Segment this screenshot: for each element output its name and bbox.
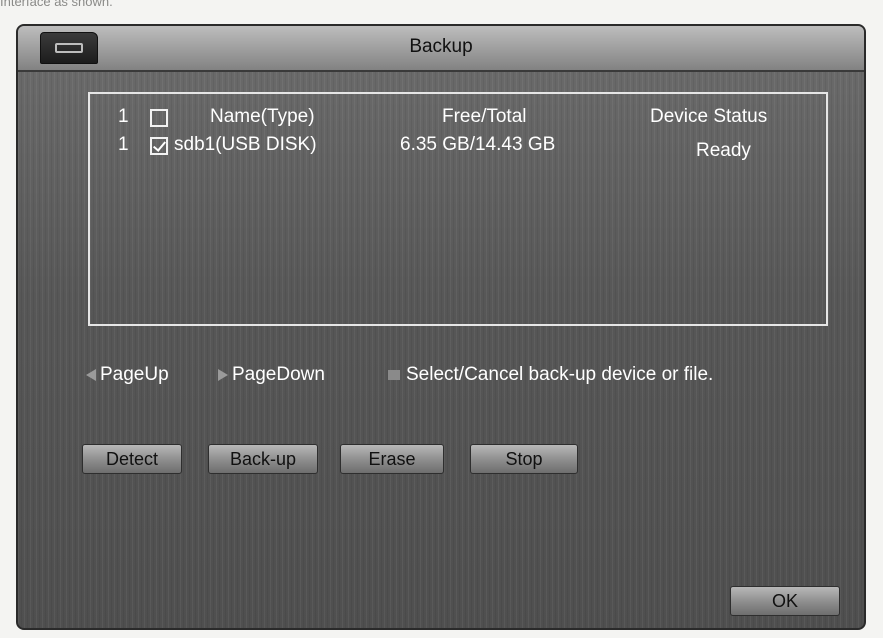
- device-row-status: Ready: [696, 140, 751, 161]
- header-name-type: Name(Type): [210, 106, 315, 127]
- header-device-status: Device Status: [650, 106, 768, 127]
- page-down-label: PageDown: [232, 364, 325, 385]
- page-up-hint[interactable]: PageUp: [86, 364, 169, 390]
- page-up-label: PageUp: [100, 364, 169, 385]
- header-free-total: Free/Total: [442, 106, 527, 127]
- device-row-index: 1: [118, 134, 129, 155]
- select-hint-label: Select/Cancel back-up device or file.: [406, 364, 714, 385]
- select-all-checkbox[interactable]: [150, 109, 168, 127]
- header-index: 1: [118, 106, 129, 127]
- device-row-checkbox[interactable]: [150, 137, 168, 155]
- select-key-icon: [388, 369, 400, 380]
- page-down-hint[interactable]: PageDown: [218, 364, 325, 390]
- device-row[interactable]: 1 sdb1(USB DISK) 6.35 GB/14.43 GB Ready: [90, 134, 826, 162]
- device-row-free-total: 6.35 GB/14.43 GB: [400, 134, 556, 155]
- backup-window: Backup 1 Name(Type) Free/Total Device St…: [16, 24, 866, 630]
- page-caption: Interface as shown.: [0, 0, 113, 9]
- title-bar: Backup: [18, 26, 864, 72]
- page-up-icon: [86, 368, 96, 381]
- page-down-icon: [218, 368, 228, 381]
- erase-button[interactable]: Erase: [340, 444, 444, 474]
- backup-button[interactable]: Back-up: [208, 444, 318, 474]
- device-list-header: 1 Name(Type) Free/Total Device Status: [90, 106, 826, 134]
- device-list[interactable]: 1 Name(Type) Free/Total Device Status 1 …: [88, 92, 828, 326]
- ok-button[interactable]: OK: [730, 586, 840, 616]
- select-hint: Select/Cancel back-up device or file.: [388, 364, 713, 390]
- stop-button[interactable]: Stop: [470, 444, 578, 474]
- detect-button[interactable]: Detect: [82, 444, 182, 474]
- device-row-name: sdb1(USB DISK): [174, 134, 317, 155]
- window-title: Backup: [409, 36, 473, 57]
